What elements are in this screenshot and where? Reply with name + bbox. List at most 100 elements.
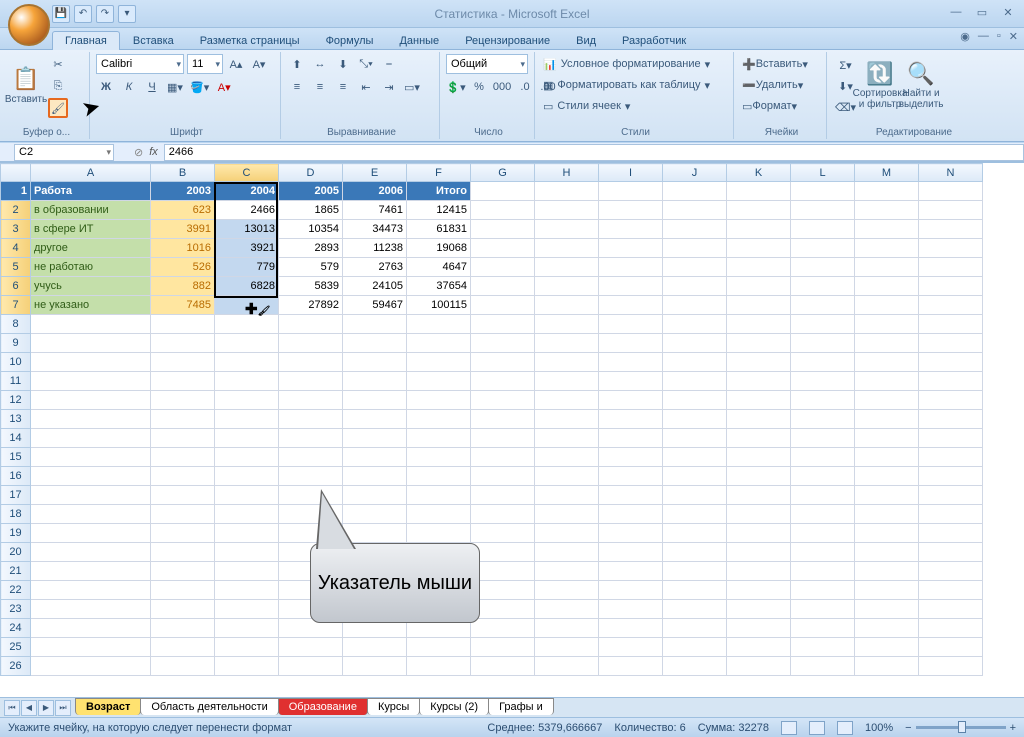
tab-next-icon[interactable]: ▶ <box>38 700 54 716</box>
title-bar: 💾 ↶ ↷ ▾ Статистика - Microsoft Excel — ▭… <box>0 0 1024 28</box>
tab-review[interactable]: Рецензирование <box>452 31 563 50</box>
zoom-slider[interactable]: −+ <box>905 722 1016 734</box>
underline-button[interactable]: Ч <box>142 77 162 97</box>
worksheet: ABCDEFGHIJKLMN1Работа2003200420052006Ито… <box>0 162 1024 697</box>
grow-font-icon[interactable]: A▴ <box>226 54 246 74</box>
fx-cancel-icon[interactable]: ⊘ <box>134 146 143 159</box>
indent-dec-icon[interactable]: ⇤ <box>356 77 376 97</box>
paste-button[interactable]: 📋Вставить <box>7 54 45 118</box>
sheet-tab[interactable]: Область деятельности <box>140 698 278 715</box>
sheet-tab[interactable]: Курсы (2) <box>419 698 489 715</box>
find-icon: 🔍 <box>907 62 934 86</box>
sort-icon: 🔃 <box>866 62 893 86</box>
tab-prev-icon[interactable]: ◀ <box>21 700 37 716</box>
align-center-icon[interactable]: ≡ <box>310 77 330 97</box>
view-layout-icon[interactable] <box>809 721 825 735</box>
currency-icon[interactable]: 💲▾ <box>446 77 466 97</box>
border-icon[interactable]: ▦▾ <box>165 77 185 97</box>
office-button[interactable] <box>8 4 50 46</box>
tab-insert[interactable]: Вставка <box>120 31 187 50</box>
inc-decimal-icon[interactable]: .0 <box>515 77 535 97</box>
ribbon-restore-icon[interactable]: ▫ <box>997 30 1001 43</box>
align-bottom-icon[interactable]: ⬇ <box>333 54 353 74</box>
cell-grid[interactable]: ABCDEFGHIJKLMN1Работа2003200420052006Ито… <box>0 163 1024 697</box>
autosum-icon[interactable]: Σ▾ <box>833 55 858 75</box>
group-cells-label: Ячейки <box>737 127 826 138</box>
window-controls: — ▭ ✕ <box>946 4 1018 20</box>
ribbon-tabs: Главная Вставка Разметка страницы Формул… <box>0 28 1024 50</box>
group-align-label: Выравнивание <box>284 127 439 138</box>
tab-developer[interactable]: Разработчик <box>609 31 699 50</box>
wrap-text-icon[interactable]: ⎯ <box>379 54 399 74</box>
sheet-tab-bar: ⏮ ◀ ▶ ⏭ Возраст Область деятельности Обр… <box>0 697 1024 717</box>
align-left-icon[interactable]: ≡ <box>287 77 307 97</box>
tab-view[interactable]: Вид <box>563 31 609 50</box>
callout-tooltip: Указатель мыши <box>310 543 480 623</box>
status-sum: Сумма: 32278 <box>698 722 769 734</box>
status-average: Среднее: 5379,666667 <box>487 722 602 734</box>
orientation-icon[interactable]: ⤡▾ <box>356 54 376 74</box>
font-color-icon[interactable]: A▾ <box>214 77 234 97</box>
ribbon: 📋Вставить ✂ ⎘ 🖌 Буфер о... ➤ Calibri 11 … <box>0 50 1024 142</box>
indent-inc-icon[interactable]: ⇥ <box>379 77 399 97</box>
view-break-icon[interactable] <box>837 721 853 735</box>
tab-first-icon[interactable]: ⏮ <box>4 700 20 716</box>
sheet-tab[interactable]: Образование <box>278 698 368 715</box>
delete-cells-button[interactable]: ➖ Удалить ▾ <box>740 75 823 95</box>
paste-icon: 📋 <box>12 67 39 91</box>
align-right-icon[interactable]: ≡ <box>333 77 353 97</box>
copy-icon[interactable]: ⎘ <box>48 76 68 96</box>
help-icon[interactable]: ◉ <box>960 30 970 43</box>
comma-icon[interactable]: 000 <box>492 77 512 97</box>
cell-styles-button[interactable]: ▭ Стили ячеек ▾ <box>541 96 730 116</box>
italic-button[interactable]: К <box>119 77 139 97</box>
align-middle-icon[interactable]: ↔ <box>310 54 330 74</box>
cond-format-button[interactable]: 📊 Условное форматирование ▾ <box>541 54 730 74</box>
undo-icon[interactable]: ↶ <box>74 5 92 23</box>
status-bar: Укажите ячейку, на которую следует перен… <box>0 717 1024 737</box>
sort-filter-button[interactable]: 🔃Сортировка и фильтр <box>861 54 899 118</box>
tab-data[interactable]: Данные <box>386 31 452 50</box>
qat-more-icon[interactable]: ▾ <box>118 5 136 23</box>
ribbon-close-icon[interactable]: ✕ <box>1009 30 1018 43</box>
quick-access-toolbar: 💾 ↶ ↷ ▾ <box>52 5 136 23</box>
group-editing-label: Редактирование <box>830 127 998 138</box>
format-painter-button[interactable]: 🖌 <box>48 98 68 118</box>
status-count: Количество: 6 <box>614 722 685 734</box>
group-font-label: Шрифт <box>93 127 280 138</box>
cut-icon[interactable]: ✂ <box>48 54 68 74</box>
sheet-tab[interactable]: Графы и <box>488 698 554 715</box>
group-styles-label: Стили <box>538 127 733 138</box>
tab-pagelayout[interactable]: Разметка страницы <box>187 31 313 50</box>
bold-button[interactable]: Ж <box>96 77 116 97</box>
find-select-button[interactable]: 🔍Найти и выделить <box>902 54 940 118</box>
minimize-icon[interactable]: — <box>946 4 966 20</box>
ribbon-min-icon[interactable]: — <box>978 30 989 43</box>
view-normal-icon[interactable] <box>781 721 797 735</box>
restore-icon[interactable]: ▭ <box>972 4 992 20</box>
status-message: Укажите ячейку, на которую следует перен… <box>8 722 292 734</box>
formula-input[interactable]: 2466 <box>164 144 1024 161</box>
tab-formulas[interactable]: Формулы <box>313 31 387 50</box>
fx-icon[interactable]: fx <box>149 146 158 158</box>
number-format-combo[interactable]: Общий <box>446 54 528 74</box>
name-box[interactable]: C2 <box>14 144 114 161</box>
percent-icon[interactable]: % <box>469 77 489 97</box>
tab-home[interactable]: Главная <box>52 31 120 50</box>
align-top-icon[interactable]: ⬆ <box>287 54 307 74</box>
close-icon[interactable]: ✕ <box>998 4 1018 20</box>
font-size-combo[interactable]: 11 <box>187 54 223 74</box>
save-icon[interactable]: 💾 <box>52 5 70 23</box>
insert-cells-button[interactable]: ➕ Вставить ▾ <box>740 54 823 74</box>
sheet-tab[interactable]: Возраст <box>75 698 141 715</box>
sheet-tab[interactable]: Курсы <box>367 698 420 715</box>
shrink-font-icon[interactable]: A▾ <box>249 54 269 74</box>
merge-icon[interactable]: ▭▾ <box>402 77 422 97</box>
fill-color-icon[interactable]: 🪣▾ <box>188 77 211 97</box>
zoom-level: 100% <box>865 722 893 734</box>
redo-icon[interactable]: ↷ <box>96 5 114 23</box>
font-name-combo[interactable]: Calibri <box>96 54 184 74</box>
format-cells-button[interactable]: ▭ Формат ▾ <box>740 96 823 116</box>
format-table-button[interactable]: ▦ Форматировать как таблицу ▾ <box>541 75 730 95</box>
tab-last-icon[interactable]: ⏭ <box>55 700 71 716</box>
